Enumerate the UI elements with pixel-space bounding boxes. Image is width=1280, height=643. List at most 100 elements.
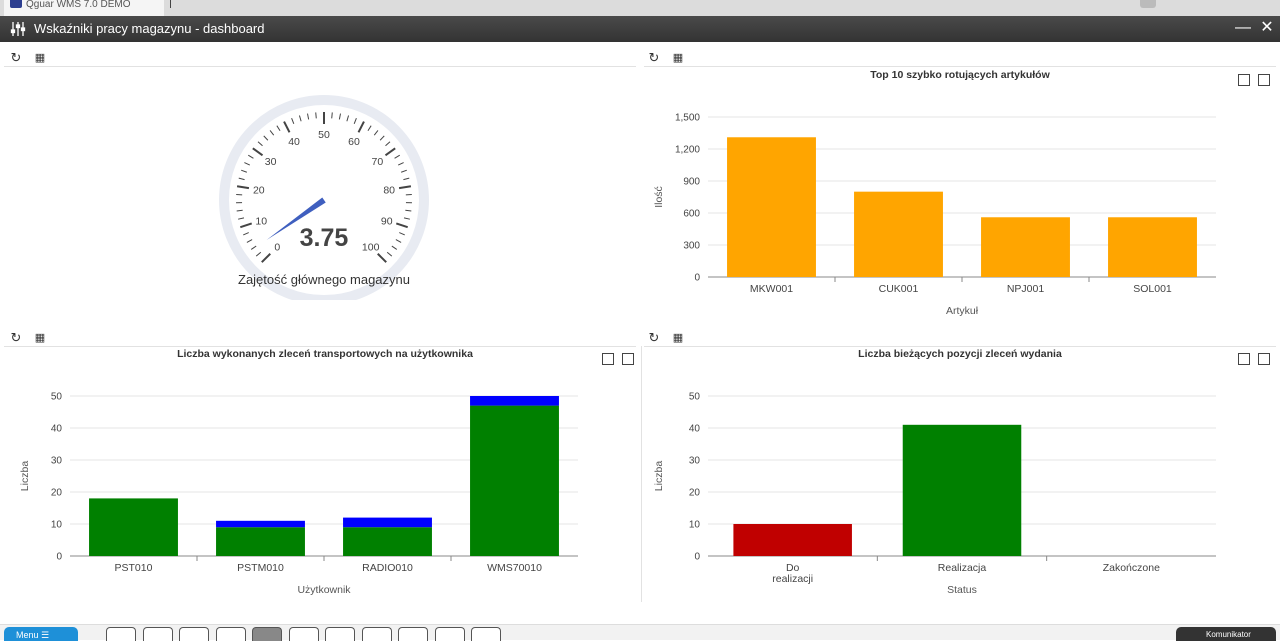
y-tick-label: 30 bbox=[51, 456, 63, 467]
panel-divider bbox=[4, 346, 636, 347]
app-logo-icon bbox=[10, 0, 22, 8]
browser-dropdown-button[interactable] bbox=[1140, 0, 1156, 8]
taskbar: Menu ☰ Komunikator bbox=[0, 624, 1280, 640]
gauge-tick-label: 10 bbox=[255, 215, 267, 227]
zoom-select-icon[interactable] bbox=[1238, 353, 1250, 365]
x-axis-title: Status bbox=[947, 584, 977, 596]
gauge-tick-label: 50 bbox=[318, 129, 330, 141]
chart-tools-transport bbox=[602, 353, 642, 367]
zoom-reset-icon[interactable] bbox=[1258, 74, 1270, 86]
gauge-tick-label: 20 bbox=[253, 185, 265, 197]
bar bbox=[903, 425, 1022, 556]
bar bbox=[216, 521, 305, 527]
x-tick-label: CUK001 bbox=[879, 283, 919, 295]
bar bbox=[470, 406, 559, 556]
chart-title-transport: Liczba wykonanych zleceń transportowych … bbox=[40, 348, 610, 360]
zoom-select-icon[interactable] bbox=[1238, 74, 1250, 86]
gauge-minor-tick bbox=[332, 112, 333, 118]
x-tick-label: Zakończone bbox=[1103, 562, 1160, 574]
gauge-tick-label: 100 bbox=[362, 242, 380, 254]
komunikator-button[interactable]: Komunikator bbox=[1176, 627, 1276, 641]
chart-title-top10: Top 10 szybko rotujących artykułów bbox=[700, 69, 1220, 81]
zoom-reset-icon[interactable] bbox=[622, 353, 634, 365]
menu-label: Menu bbox=[16, 630, 39, 640]
y-tick-label: 0 bbox=[694, 552, 700, 563]
y-tick-label: 40 bbox=[689, 424, 701, 435]
refresh-icon[interactable]: ↻ bbox=[646, 50, 662, 66]
occupancy-gauge: 01020304050607080901003.75 bbox=[214, 90, 434, 300]
truck-icon[interactable] bbox=[398, 627, 428, 641]
chart-icon[interactable] bbox=[325, 627, 355, 641]
y-axis-title: Liczba bbox=[19, 461, 31, 492]
panel-divider bbox=[644, 66, 1276, 67]
x-tick-label: SOL001 bbox=[1133, 283, 1172, 295]
grid-icon[interactable]: ▦ bbox=[670, 330, 686, 346]
bar bbox=[216, 527, 305, 556]
bar bbox=[733, 524, 852, 556]
y-tick-label: 50 bbox=[51, 392, 63, 403]
gauge-tick-label: 90 bbox=[381, 215, 393, 227]
y-tick-label: 30 bbox=[689, 456, 701, 467]
dashboard-icon[interactable] bbox=[252, 627, 282, 641]
y-tick-label: 900 bbox=[683, 177, 700, 188]
menu-button[interactable]: Menu ☰ bbox=[4, 627, 78, 641]
screen-icon[interactable] bbox=[179, 627, 209, 641]
zoom-select-icon[interactable] bbox=[602, 353, 614, 365]
x-tick-label: realizacji bbox=[772, 573, 813, 585]
x-tick-label: MKW001 bbox=[750, 283, 793, 295]
chart-tools-wydania bbox=[1238, 353, 1278, 367]
gauge-value: 3.75 bbox=[300, 224, 349, 252]
gauge-tick-label: 30 bbox=[265, 156, 277, 168]
y-tick-label: 10 bbox=[689, 520, 701, 531]
minimize-button[interactable]: — bbox=[1232, 16, 1254, 42]
chart-tools-top10 bbox=[1238, 74, 1278, 88]
gauge-tick-label: 0 bbox=[274, 242, 280, 254]
bar bbox=[470, 396, 559, 406]
refresh-icon[interactable]: ↻ bbox=[646, 330, 662, 346]
grid-icon[interactable]: ▦ bbox=[32, 50, 48, 66]
delivery-icon[interactable] bbox=[435, 627, 465, 641]
y-tick-label: 1,500 bbox=[675, 113, 700, 124]
gauge-tick-label: 70 bbox=[372, 156, 384, 168]
y-tick-label: 20 bbox=[689, 488, 701, 499]
close-button[interactable]: ✕ bbox=[1256, 16, 1278, 42]
y-tick-label: 0 bbox=[694, 273, 700, 284]
list-icon[interactable] bbox=[289, 627, 319, 641]
x-tick-label: PST010 bbox=[115, 562, 153, 574]
gauge-tick-label: 40 bbox=[288, 136, 300, 148]
window-icon[interactable] bbox=[106, 627, 136, 641]
x-tick-label: WMS70010 bbox=[487, 562, 542, 574]
panel-divider bbox=[4, 66, 636, 67]
export-icon[interactable] bbox=[362, 627, 392, 641]
x-tick-label: PSTM010 bbox=[237, 562, 284, 574]
window-titlebar: Wskaźniki pracy magazynu - dashboard — ✕ bbox=[0, 16, 1280, 42]
hamburger-icon: ☰ bbox=[41, 630, 49, 640]
document-icon[interactable] bbox=[216, 627, 246, 641]
grid-icon[interactable]: ▦ bbox=[670, 50, 686, 66]
refresh-icon[interactable]: ↻ bbox=[8, 330, 24, 346]
zoom-reset-icon[interactable] bbox=[1258, 353, 1270, 365]
layout-icon[interactable] bbox=[471, 627, 501, 641]
bar bbox=[343, 518, 432, 528]
y-tick-label: 10 bbox=[51, 520, 63, 531]
bar bbox=[1108, 217, 1197, 277]
browser-tab[interactable]: Qguar WMS 7.0 DEMO bbox=[4, 0, 164, 16]
box-icon[interactable] bbox=[143, 627, 173, 641]
bar bbox=[981, 217, 1070, 277]
bar bbox=[727, 137, 816, 277]
y-tick-label: 50 bbox=[689, 392, 701, 403]
bar-chart-wydania: 01020304050DorealizacjiRealizacjaZakończ… bbox=[640, 370, 1240, 600]
y-tick-label: 300 bbox=[683, 241, 700, 252]
x-tick-label: RADIO010 bbox=[362, 562, 413, 574]
gauge-tick-label: 60 bbox=[348, 136, 360, 148]
x-tick-label: NPJ001 bbox=[1007, 283, 1045, 295]
window-title: Wskaźniki pracy magazynu - dashboard bbox=[34, 21, 265, 36]
komunikator-label: Komunikator bbox=[1206, 630, 1251, 639]
x-axis-title: Artykuł bbox=[946, 305, 979, 317]
refresh-icon[interactable]: ↻ bbox=[8, 50, 24, 66]
gauge-label: Zajętość głównego magazynu bbox=[214, 272, 434, 287]
y-tick-label: 40 bbox=[51, 424, 63, 435]
bar bbox=[854, 192, 943, 277]
grid-icon[interactable]: ▦ bbox=[32, 330, 48, 346]
y-tick-label: 20 bbox=[51, 488, 63, 499]
